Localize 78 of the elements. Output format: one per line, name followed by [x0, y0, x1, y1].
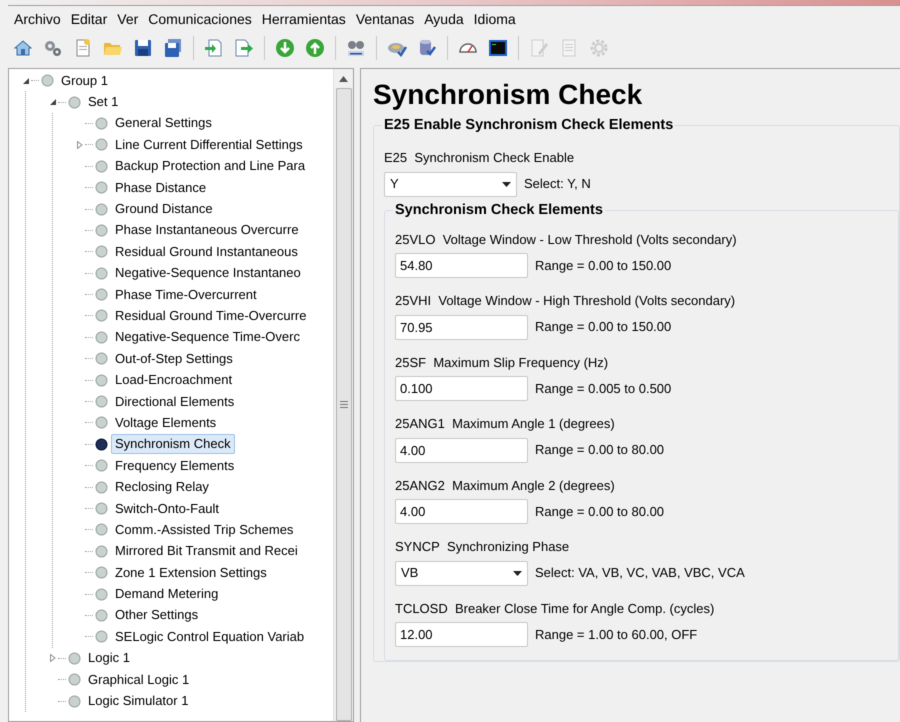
field-label: 25ANG2 Maximum Angle 2 (degrees) — [395, 476, 616, 495]
group-title: E25 Enable Synchronism Check Elements — [382, 117, 676, 134]
input-field[interactable]: 0.100 — [395, 376, 528, 401]
tree-item[interactable]: Mirrored Bit Transmit and Recei — [111, 541, 302, 562]
menu-item[interactable]: Ayuda — [424, 8, 464, 30]
menu-item[interactable]: Archivo — [14, 8, 61, 30]
tree-item[interactable]: Load-Encroachment — [111, 370, 236, 390]
menu-item[interactable]: Ver — [117, 8, 138, 30]
tree-item[interactable]: Demand Metering — [111, 584, 222, 604]
input-field[interactable]: 4.00 — [395, 438, 528, 462]
tree-item[interactable]: Switch-Onto-Fault — [111, 498, 224, 518]
field-hint: Select: Y, N — [524, 175, 591, 194]
input-field[interactable]: 54.80 — [395, 253, 528, 278]
menu-item[interactable]: Editar — [70, 8, 108, 30]
field-hint: Range = 0.00 to 150.00 — [535, 256, 672, 275]
field-label: 25VHI Voltage Window - High Threshold (Volts secondary) — [395, 292, 736, 310]
menu-item[interactable]: Comunicaciones — [148, 8, 252, 30]
scroll-grip-icon — [340, 401, 348, 408]
expand-arrow-icon[interactable] — [76, 140, 84, 149]
input-field[interactable]: 70.95 — [395, 314, 528, 340]
scroll-up-icon[interactable] — [339, 76, 348, 82]
scrollbar[interactable] — [333, 69, 353, 721]
tree-item[interactable]: Logic Simulator 1 — [84, 691, 192, 712]
menu-item[interactable]: Idioma — [474, 8, 516, 30]
field-hint: Range = 1.00 to 60.00, OFF — [535, 626, 698, 644]
tree-item[interactable]: Zone 1 Extension Settings — [111, 562, 271, 583]
tree-item[interactable]: SELogic Control Equation Variab — [111, 626, 308, 647]
input-field[interactable]: 12.00 — [395, 622, 528, 647]
tree-item[interactable]: Line Current Differential Settings — [111, 134, 307, 155]
tree-item[interactable]: Group 1 — [57, 70, 112, 91]
dropdown[interactable]: VB — [395, 560, 528, 586]
collapse-arrow-icon[interactable] — [22, 76, 30, 85]
tree-item[interactable]: Directional Elements — [111, 392, 238, 412]
tree-item[interactable]: Other Settings — [111, 605, 202, 626]
tree-item[interactable]: Negative-Sequence Time-Overc — [111, 327, 304, 348]
tree-item[interactable]: Phase Time-Overcurrent — [111, 284, 261, 305]
field-hint: Range = 0.00 to 150.00 — [535, 318, 672, 336]
tree-item[interactable]: Set 1 — [84, 92, 122, 112]
tree-item[interactable]: Backup Protection and Line Para — [111, 156, 310, 176]
floppy-disks-icon — [162, 37, 184, 59]
field-label: SYNCP Synchronizing Phase — [395, 538, 570, 556]
field-label: 25SF Maximum Slip Frequency (Hz) — [395, 354, 610, 372]
gear-icon — [588, 37, 610, 59]
field-label: 25ANG1 Maximum Angle 1 (degrees) — [395, 415, 616, 433]
tree-item[interactable]: Reclosing Relay — [111, 477, 213, 498]
dropdown-arrow-icon — [513, 570, 522, 576]
field-hint: Select: VA, VB, VC, VAB, VBC, VCA — [535, 564, 745, 582]
tree-item[interactable]: Phase Instantaneous Overcurre — [111, 220, 303, 240]
dropdown-arrow-icon — [502, 182, 511, 186]
tree-item[interactable]: Synchronism Check — [111, 434, 235, 454]
field-label: 25VLO Voltage Window - Low Threshold (Volts secondary) — [395, 230, 738, 249]
field-hint: Range = 0.00 to 80.00 — [535, 441, 664, 460]
tree-item[interactable]: Phase Distance — [111, 178, 210, 198]
collapse-arrow-icon[interactable] — [49, 98, 57, 106]
tree-item[interactable]: Comm.-Assisted Trip Schemes — [111, 520, 298, 540]
field-label: TCLOSD Breaker Close Time for Angle Comp. (cycles) — [395, 600, 716, 618]
tree-item[interactable]: Ground Distance — [111, 199, 217, 220]
tree-item[interactable]: Frequency Elements — [111, 456, 238, 476]
tree-item[interactable]: Voltage Elements — [111, 412, 220, 433]
tree-item[interactable]: Negative-Sequence Instantaneo — [111, 263, 305, 284]
tree-item[interactable]: Graphical Logic 1 — [84, 670, 194, 690]
field-label: E25 Synchronism Check Enable — [384, 149, 576, 167]
terminal-icon — [487, 37, 509, 59]
dropdown[interactable]: Y — [384, 172, 517, 196]
export-icon — [233, 37, 255, 59]
page-title: Synchronism Check — [373, 78, 644, 112]
menu-item[interactable]: Ventanas — [356, 8, 414, 30]
field-hint: Range = 0.005 to 0.500 — [535, 380, 672, 398]
expand-arrow-icon[interactable] — [49, 654, 57, 662]
menu-item[interactable]: Herramientas — [262, 8, 346, 30]
input-field[interactable]: 4.00 — [395, 499, 528, 524]
tree-item[interactable]: Logic 1 — [84, 648, 134, 668]
tree-item[interactable]: Residual Ground Instantaneous — [111, 242, 302, 262]
tree-item[interactable]: Out-of-Step Settings — [111, 348, 237, 369]
tree-item[interactable]: Residual Ground Time-Overcurre — [111, 306, 310, 326]
field-hint: Range = 0.00 to 80.00 — [535, 502, 664, 521]
group-title: Synchronism Check Elements — [393, 202, 605, 218]
tree-item[interactable]: General Settings — [111, 113, 216, 134]
